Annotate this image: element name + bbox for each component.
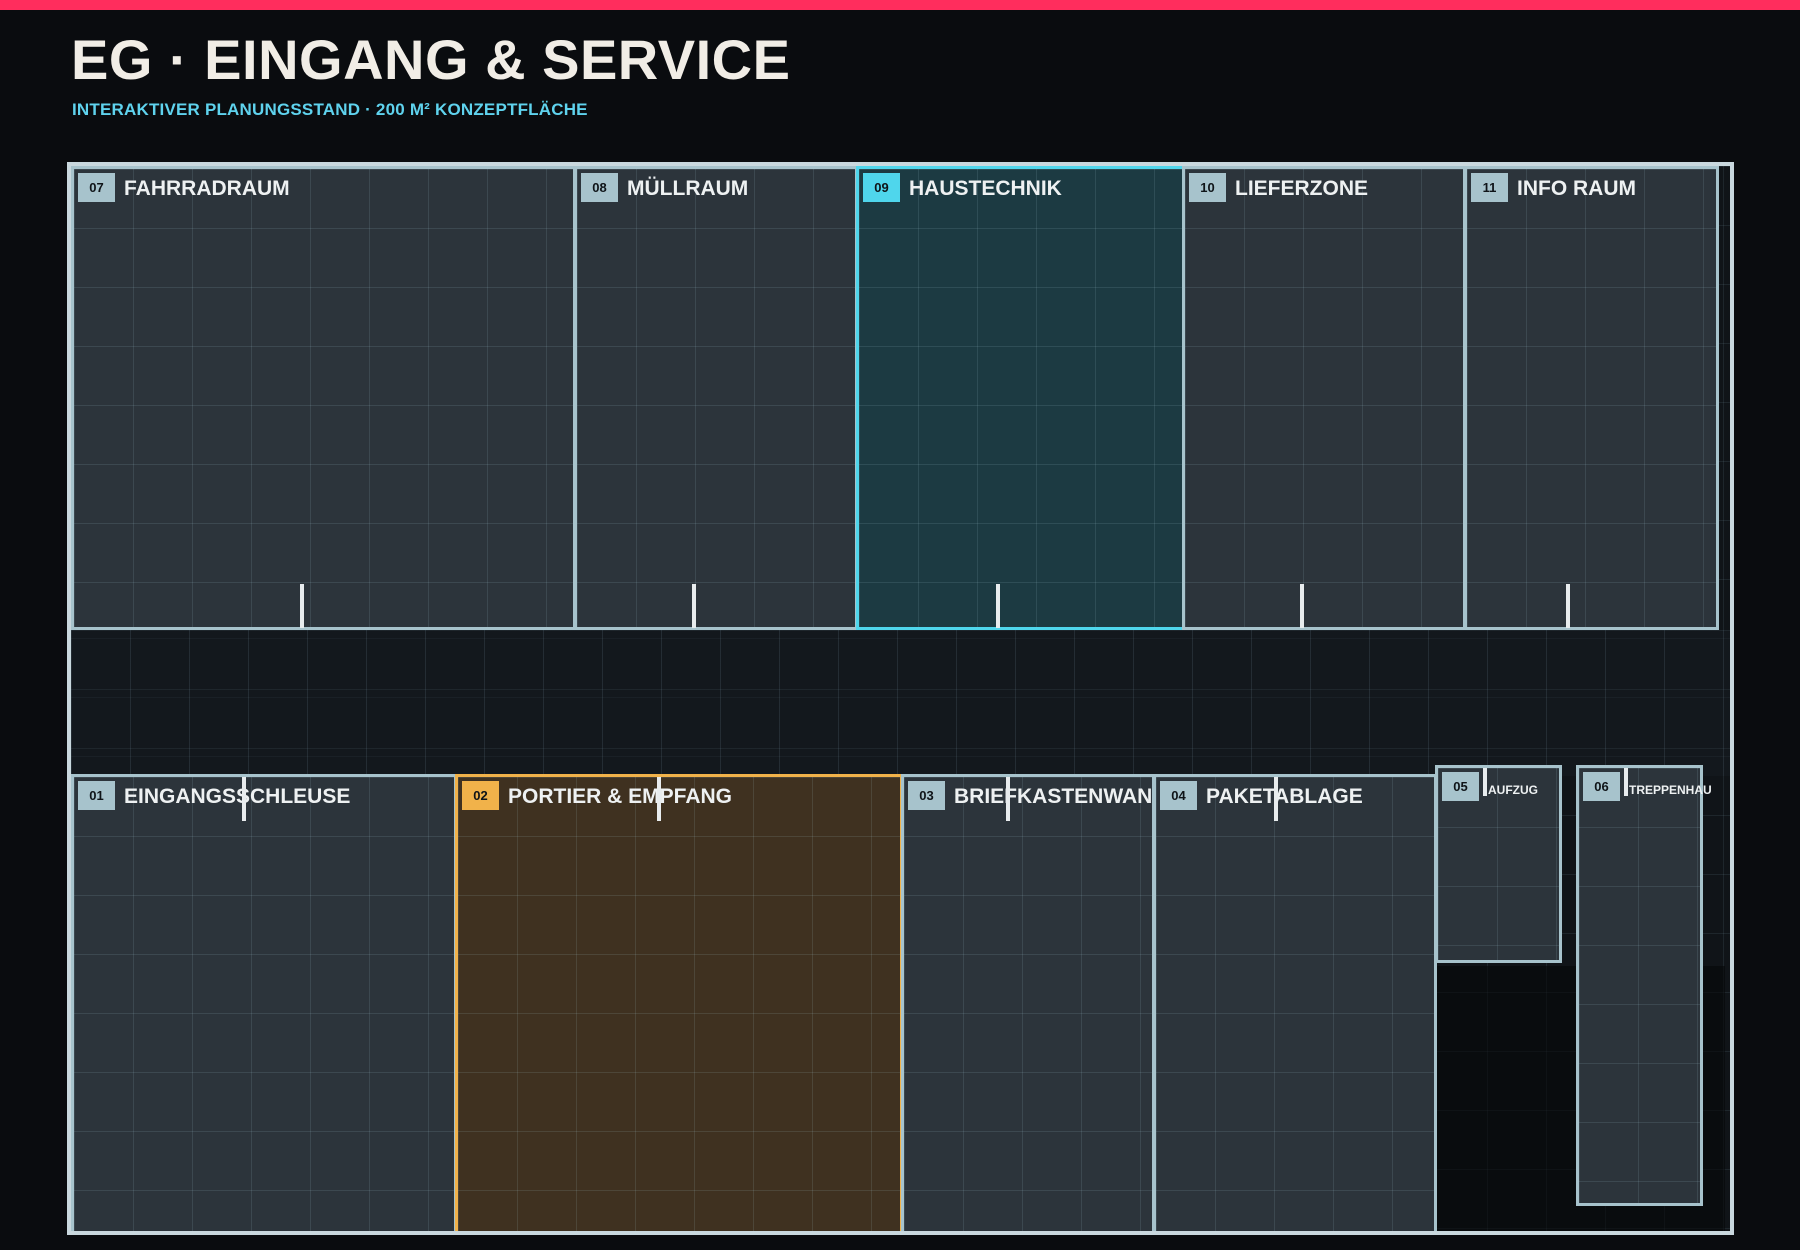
room-02-portier-empfang[interactable]: 02 PORTIER & EMPFANG bbox=[455, 774, 903, 1231]
room-name: PORTIER & EMPFANG bbox=[508, 785, 733, 808]
room-number-badge: 06 bbox=[1583, 772, 1620, 801]
door-marker-01 bbox=[242, 777, 246, 821]
room-number-badge: 04 bbox=[1160, 781, 1197, 810]
room-04-paketablage[interactable]: 04 PAKETABLAGE bbox=[1153, 774, 1437, 1231]
room-name: FAHRRADRAUM bbox=[124, 177, 290, 200]
room-number-badge: 11 bbox=[1471, 173, 1508, 202]
door-marker-02 bbox=[657, 777, 661, 821]
door-marker-06 bbox=[1624, 768, 1628, 796]
room-number-badge: 07 bbox=[78, 173, 115, 202]
room-number-badge: 08 bbox=[581, 173, 618, 202]
room-01-eingangsschleuse[interactable]: 01 EINGANGSSCHLEUSE bbox=[71, 774, 457, 1231]
door-marker-07 bbox=[300, 584, 304, 628]
room-name: TREPPENHAU bbox=[1629, 783, 1712, 797]
room-name: HAUSTECHNIK bbox=[909, 177, 1062, 200]
page-title: EG · EINGANG & SERVICE bbox=[71, 28, 791, 91]
room-09-haustechnik[interactable]: 09 HAUSTECHNIK bbox=[856, 166, 1185, 630]
accent-bar bbox=[0, 0, 1800, 10]
room-number-badge: 02 bbox=[462, 781, 499, 810]
room-number-badge: 10 bbox=[1189, 173, 1226, 202]
room-number-badge: 05 bbox=[1442, 772, 1479, 801]
door-marker-09 bbox=[996, 584, 1000, 628]
page-subtitle: INTERAKTIVER PLANUNGSSTAND · 200 M² KONZ… bbox=[72, 100, 588, 119]
room-11-info-raum[interactable]: 11 INFO RAUM bbox=[1464, 166, 1719, 630]
corridor bbox=[71, 630, 1730, 776]
room-08-muellraum[interactable]: 08 MÜLLRAUM bbox=[574, 166, 858, 630]
room-number-badge: 09 bbox=[863, 173, 900, 202]
door-marker-04 bbox=[1274, 777, 1278, 821]
door-marker-11 bbox=[1566, 584, 1570, 628]
room-number-badge: 03 bbox=[908, 781, 945, 810]
door-marker-08 bbox=[692, 584, 696, 628]
room-name: PAKETABLAGE bbox=[1206, 785, 1363, 808]
room-03-briefkastenwand[interactable]: 03 BRIEFKASTENWAND bbox=[901, 774, 1168, 1231]
room-10-lieferzone[interactable]: 10 LIEFERZONE bbox=[1182, 166, 1466, 630]
room-name: BRIEFKASTENWAND bbox=[954, 785, 1168, 808]
room-07-fahrradraum[interactable]: 07 FAHRRADRAUM bbox=[71, 166, 576, 630]
door-marker-05 bbox=[1483, 768, 1487, 796]
room-name: LIEFERZONE bbox=[1235, 177, 1369, 200]
floor-plan: 07 FAHRRADRAUM 08 MÜLLRAUM 09 HAUSTECHNI… bbox=[67, 162, 1734, 1235]
room-name: MÜLLRAUM bbox=[627, 177, 749, 200]
room-number-badge: 01 bbox=[78, 781, 115, 810]
room-name: INFO RAUM bbox=[1517, 177, 1636, 200]
room-name: AUFZUG bbox=[1488, 783, 1538, 797]
room-06-treppenhaus[interactable]: 06 TREPPENHAU bbox=[1576, 765, 1712, 1206]
door-marker-03 bbox=[1006, 777, 1010, 821]
room-05-aufzug[interactable]: 05 AUFZUG bbox=[1435, 765, 1562, 963]
room-name: EINGANGSSCHLEUSE bbox=[124, 785, 351, 808]
door-marker-10 bbox=[1300, 584, 1304, 628]
